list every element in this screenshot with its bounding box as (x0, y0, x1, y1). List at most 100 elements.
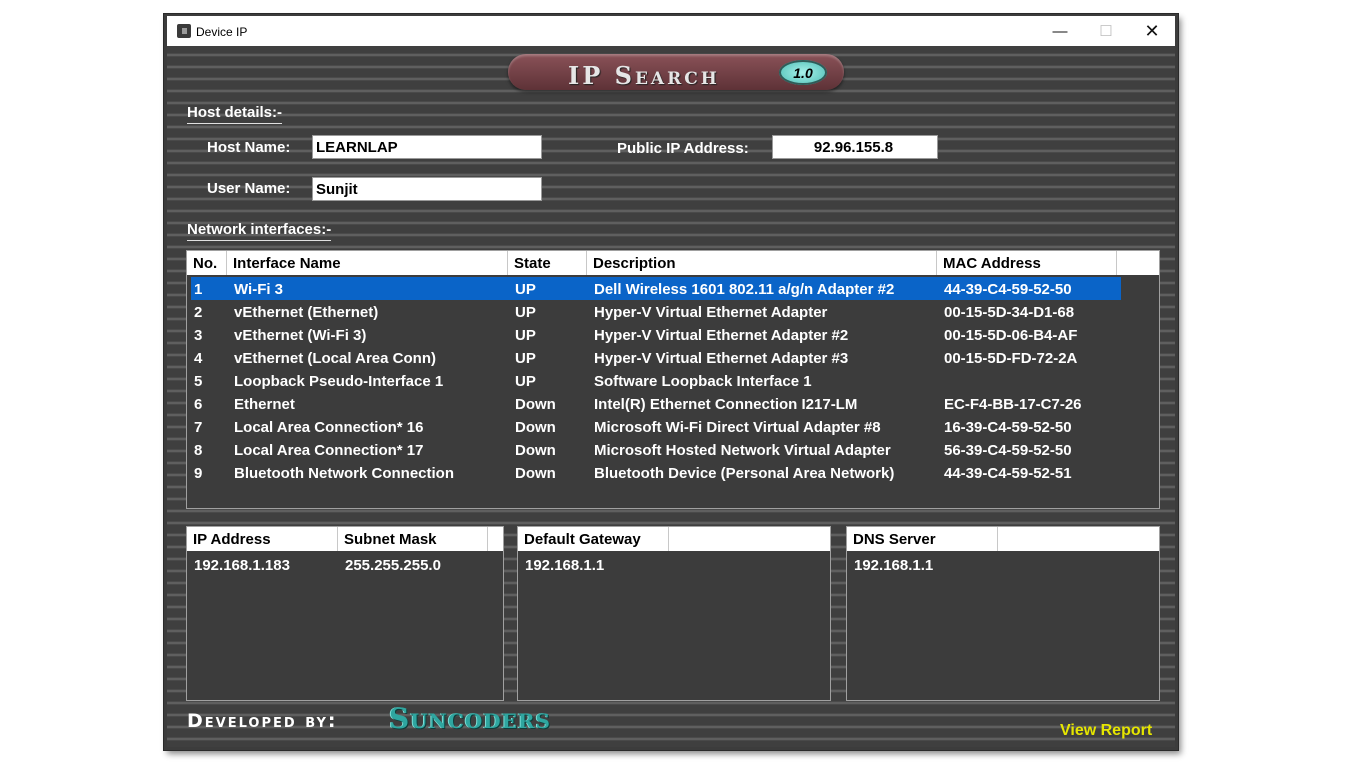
dns-server-column-header[interactable]: DNS Server (847, 527, 998, 551)
network-interface-column-header[interactable]: Interface Name (227, 251, 508, 275)
network-interface-cell: 44-39-C4-59-52-50 (944, 281, 1072, 298)
gateway-row[interactable]: 192.168.1.1 (522, 553, 673, 576)
network-interface-cell: Ethernet (234, 396, 295, 413)
network-interface-cell: EC-F4-BB-17-C7-26 (944, 396, 1082, 413)
network-interface-cell: Local Area Connection* 17 (234, 442, 424, 459)
network-interface-row[interactable]: 5 Loopback Pseudo-Interface 1 UP Software L… (191, 369, 1121, 392)
network-interface-column-header[interactable]: No. (187, 251, 227, 275)
network-interface-row[interactable]: 6 Ethernet Down Intel(R) Ethernet Connectio… (191, 392, 1121, 415)
developer-brand-logo: Suncoders (389, 702, 551, 735)
network-interface-cell: Bluetooth Device (Personal Area Network) (594, 465, 895, 482)
network-interface-cell: Down (515, 442, 556, 459)
host-details-title: Host details:- (187, 104, 283, 124)
dns-server-row[interactable]: 192.168.1.1 (851, 553, 1002, 576)
gateway-column-header[interactable]: Default Gateway (518, 527, 669, 551)
user-name-label: User Name: (207, 180, 291, 197)
network-interface-cell: Wi-Fi 3 (234, 281, 284, 298)
user-name-field[interactable]: Sunjit (312, 177, 542, 201)
ip-address-row[interactable]: 192.168.1.183 255.255.255.0 (191, 553, 492, 576)
network-interface-cell: Down (515, 419, 556, 436)
ip-address-column-header[interactable]: IP Address (187, 527, 338, 551)
dns-server-cell: 192.168.1.1 (854, 557, 934, 574)
network-interface-cell: Microsoft Wi-Fi Direct Virtual Adapter #… (594, 419, 881, 436)
host-name-label: Host Name: (207, 139, 291, 156)
network-list-header: No. Interface Name State Description MAC Add… (187, 251, 1159, 275)
gateway-cell: 192.168.1.1 (525, 557, 605, 574)
network-interface-column-header[interactable]: Description (587, 251, 937, 275)
network-interface-cell: UP (515, 350, 536, 367)
network-interface-row[interactable]: 4 vEthernet (Local Area Conn) UP Hyper-V Vi… (191, 346, 1121, 369)
gateway-header-filler (669, 527, 830, 551)
ip-address-header-filler (488, 527, 503, 551)
developed-by-label: Developed by: (187, 710, 338, 732)
network-interface-cell: 2 (194, 304, 203, 321)
app-window: Device IP — ☐ ✕ IP Search 1.0 Host detai… (164, 14, 1178, 750)
close-button[interactable]: ✕ (1129, 16, 1175, 46)
ip-address-column-header[interactable]: Subnet Mask (338, 527, 488, 551)
network-interface-row[interactable]: 9 Bluetooth Network Connection Down Bluetoo… (191, 461, 1121, 484)
network-interface-cell: 9 (194, 465, 203, 482)
maximize-button[interactable]: ☐ (1083, 16, 1129, 46)
network-interface-cell: 00-15-5D-FD-72-2A (944, 350, 1078, 367)
version-badge: 1.0 (779, 60, 827, 85)
ip-address-list[interactable]: IP Address Subnet Mask 192.168.1.183 255.2… (186, 526, 504, 701)
minimize-button[interactable]: — (1037, 16, 1083, 46)
network-interface-cell: 56-39-C4-59-52-50 (944, 442, 1072, 459)
network-interface-cell: UP (515, 327, 536, 344)
network-interface-row[interactable]: 3 vEthernet (Wi-Fi 3) UP Hyper-V Virtual Et… (191, 323, 1121, 346)
dns-list-header: DNS Server (847, 527, 1159, 551)
network-interface-cell: Microsoft Hosted Network Virtual Adapter (594, 442, 891, 459)
network-interface-column-header[interactable]: MAC Address (937, 251, 1117, 275)
view-report-link[interactable]: View Report (1060, 722, 1152, 740)
gateway-list-header: Default Gateway (518, 527, 830, 551)
network-interface-cell: 5 (194, 373, 203, 390)
network-interface-cell: 16-39-C4-59-52-50 (944, 419, 1072, 436)
network-interface-header-filler (1117, 251, 1159, 275)
network-interface-cell: Local Area Connection* 16 (234, 419, 424, 436)
dns-server-header-filler (998, 527, 1159, 551)
network-interface-cell: vEthernet (Ethernet) (234, 304, 379, 321)
network-interface-cell: UP (515, 281, 536, 298)
ip-list-header: IP Address Subnet Mask (187, 527, 503, 551)
window-title: Device IP (196, 25, 248, 39)
ip-address-cell: 255.255.255.0 (345, 557, 441, 574)
network-interfaces-title: Network interfaces:- (187, 221, 332, 241)
network-interface-cell: Intel(R) Ethernet Connection I217-LM (594, 396, 858, 413)
public-ip-field[interactable]: 92.96.155.8 (772, 135, 938, 159)
network-interface-row[interactable]: 1 Wi-Fi 3 UP Dell Wireless 1601 802.11 a/g/… (191, 277, 1121, 300)
network-interface-cell: 6 (194, 396, 203, 413)
client-area: IP Search 1.0 Host details:- Host Name: … (167, 46, 1175, 747)
network-interface-cell: vEthernet (Wi-Fi 3) (234, 327, 367, 344)
network-interface-cell: 44-39-C4-59-52-51 (944, 465, 1072, 482)
network-interface-cell: 00-15-5D-34-D1-68 (944, 304, 1075, 321)
dns-server-list[interactable]: DNS Server 192.168.1.1 (846, 526, 1160, 701)
logo-text: IP Search (568, 61, 720, 90)
network-interface-cell: Down (515, 396, 556, 413)
default-gateway-list[interactable]: Default Gateway 192.168.1.1 (517, 526, 831, 701)
network-interface-cell: 00-15-5D-06-B4-AF (944, 327, 1078, 344)
ip-address-cell: 192.168.1.183 (194, 557, 290, 574)
network-interface-cell: Loopback Pseudo-Interface 1 (234, 373, 444, 390)
network-interface-cell: 7 (194, 419, 203, 436)
network-interface-cell: Hyper-V Virtual Ethernet Adapter #2 (594, 327, 849, 344)
network-interface-cell: 8 (194, 442, 203, 459)
network-interface-cell: 4 (194, 350, 203, 367)
public-ip-label: Public IP Address: (617, 140, 749, 157)
network-interface-cell: 3 (194, 327, 203, 344)
title-bar[interactable]: Device IP — ☐ ✕ (167, 16, 1175, 46)
host-name-field[interactable]: LEARNLAP (312, 135, 542, 159)
network-interface-row[interactable]: 8 Local Area Connection* 17 Down Microsoft … (191, 438, 1121, 461)
network-interface-row[interactable]: 2 vEthernet (Ethernet) UP Hyper-V Virtual E… (191, 300, 1121, 323)
network-interface-cell: vEthernet (Local Area Conn) (234, 350, 436, 367)
network-interface-column-header[interactable]: State (508, 251, 587, 275)
network-interface-cell: Bluetooth Network Connection (234, 465, 454, 482)
network-interface-cell: UP (515, 304, 536, 321)
network-interfaces-list[interactable]: No. Interface Name State Description MAC Add… (186, 250, 1160, 509)
network-interface-cell: Dell Wireless 1601 802.11 a/g/n Adapter … (594, 281, 895, 298)
network-interface-cell: Software Loopback Interface 1 (594, 373, 812, 390)
network-interface-cell (941, 369, 1121, 392)
network-interface-cell: Hyper-V Virtual Ethernet Adapter (594, 304, 828, 321)
network-interface-row[interactable]: 7 Local Area Connection* 16 Down Microsoft … (191, 415, 1121, 438)
network-interface-cell: 1 (194, 281, 203, 298)
app-icon (177, 24, 191, 38)
